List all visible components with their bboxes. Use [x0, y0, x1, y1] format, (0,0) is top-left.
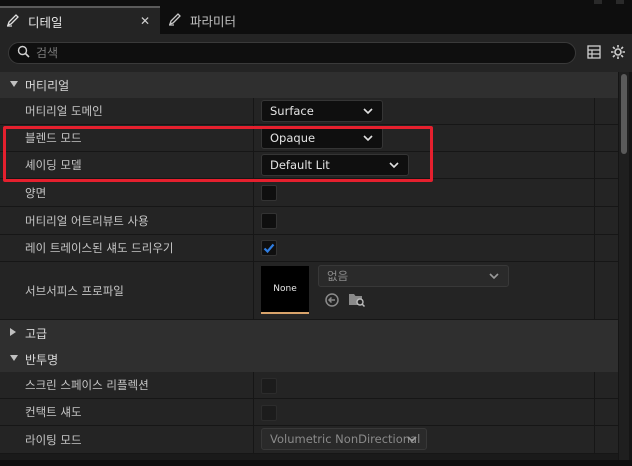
dropdown-value: 없음	[327, 269, 349, 283]
scrollbar-thumb[interactable]	[621, 74, 627, 154]
close-icon[interactable]: ✕	[140, 14, 150, 28]
column-divider	[594, 372, 595, 398]
property-label: 라이팅 모드	[25, 432, 82, 447]
table-view-icon[interactable]	[587, 45, 601, 62]
row-lighting-mode: 라이팅 모드 Volumetric NonDirectional	[0, 426, 618, 454]
column-divider	[594, 152, 595, 178]
search-input[interactable]	[36, 46, 556, 60]
details-toolbar	[0, 34, 632, 72]
subsurface-profile-picker[interactable]: 없음	[318, 265, 509, 287]
row-two-sided: 양면	[0, 179, 618, 207]
highlight-box	[3, 126, 433, 182]
tab-details[interactable]: 디테일 ✕	[0, 6, 160, 34]
property-label: 컨택트 섀도	[25, 405, 82, 419]
column-divider	[594, 235, 595, 261]
column-divider	[253, 372, 254, 398]
search-icon	[17, 45, 30, 61]
column-divider	[253, 262, 254, 319]
dropdown-value: Surface	[270, 104, 314, 118]
property-label: 스크린 스페이스 리플렉션	[25, 378, 149, 392]
property-label: 양면	[25, 185, 47, 200]
use-material-attributes-checkbox[interactable]	[261, 213, 277, 229]
column-divider	[253, 426, 254, 453]
property-label: 머티리얼 어트리뷰트 사용	[25, 213, 149, 228]
dropdown-value: Volumetric NonDirectional	[270, 432, 421, 446]
caret-down-icon	[9, 80, 21, 91]
category-material[interactable]: 머티리얼	[0, 72, 618, 98]
tab-parameters[interactable]: 파라미터	[162, 6, 302, 34]
asset-thumbnail[interactable]: None	[261, 266, 309, 314]
window-edge-mark	[616, 0, 624, 4]
checkmark-icon	[262, 243, 276, 258]
row-material-domain: 머티리얼 도메인 Surface	[0, 98, 618, 125]
chevron-down-icon	[406, 433, 418, 448]
property-label: 머티리얼 도메인	[25, 104, 103, 118]
row-subsurface-profile: 서브서피스 프로파일 None 없음	[0, 262, 618, 320]
column-divider	[253, 207, 254, 234]
chevron-down-icon	[488, 270, 500, 285]
use-selected-asset-icon[interactable]	[324, 292, 340, 311]
column-divider	[594, 399, 595, 425]
column-divider	[594, 179, 595, 206]
tab-parameters-label: 파라미터	[190, 13, 237, 29]
column-divider	[253, 235, 254, 261]
row-use-material-attributes: 머티리얼 어트리뷰트 사용	[0, 207, 618, 235]
category-label: 고급	[25, 326, 48, 341]
thumbnail-label: None	[273, 284, 297, 294]
window-edge-mark	[594, 0, 602, 4]
column-divider	[253, 179, 254, 206]
lighting-mode-dropdown[interactable]: Volumetric NonDirectional	[261, 428, 427, 450]
column-divider	[594, 98, 595, 124]
gear-icon[interactable]	[610, 44, 626, 63]
bottom-edge	[0, 460, 632, 466]
category-advanced[interactable]: 고급	[0, 320, 618, 346]
category-translucency[interactable]: 반투명	[0, 346, 618, 372]
column-divider	[594, 207, 595, 234]
tab-details-label: 디테일	[28, 14, 63, 30]
contact-shadows-checkbox[interactable]	[261, 405, 277, 421]
column-divider	[594, 125, 595, 151]
browse-asset-icon[interactable]	[348, 291, 366, 311]
category-label: 반투명	[25, 352, 59, 367]
column-divider	[594, 426, 595, 453]
caret-down-icon	[9, 354, 21, 365]
column-divider	[253, 399, 254, 425]
category-label: 머티리얼	[25, 78, 70, 93]
row-ray-traced-shadows: 레이 트레이스된 섀도 드리우기	[0, 235, 618, 262]
property-label: 레이 트레이스된 섀도 드리우기	[25, 241, 174, 255]
search-box[interactable]	[8, 42, 576, 64]
chevron-down-icon	[362, 105, 374, 120]
material-domain-dropdown[interactable]: Surface	[261, 100, 383, 122]
tab-bar: 디테일 ✕ 파라미터	[0, 0, 632, 34]
pencil-icon	[168, 12, 182, 29]
ray-traced-shadows-checkbox[interactable]	[261, 240, 277, 256]
property-label: 서브서피스 프로파일	[25, 283, 124, 298]
caret-right-icon	[9, 327, 21, 340]
screen-space-reflections-checkbox[interactable]	[261, 378, 277, 394]
vertical-scrollbar[interactable]	[619, 72, 629, 466]
row-screen-space-reflections: 스크린 스페이스 리플렉션	[0, 372, 618, 399]
row-contact-shadows: 컨택트 섀도	[0, 399, 618, 426]
column-divider	[253, 98, 254, 124]
pencil-icon	[6, 13, 20, 30]
column-divider	[594, 262, 595, 319]
two-sided-checkbox[interactable]	[261, 185, 277, 201]
